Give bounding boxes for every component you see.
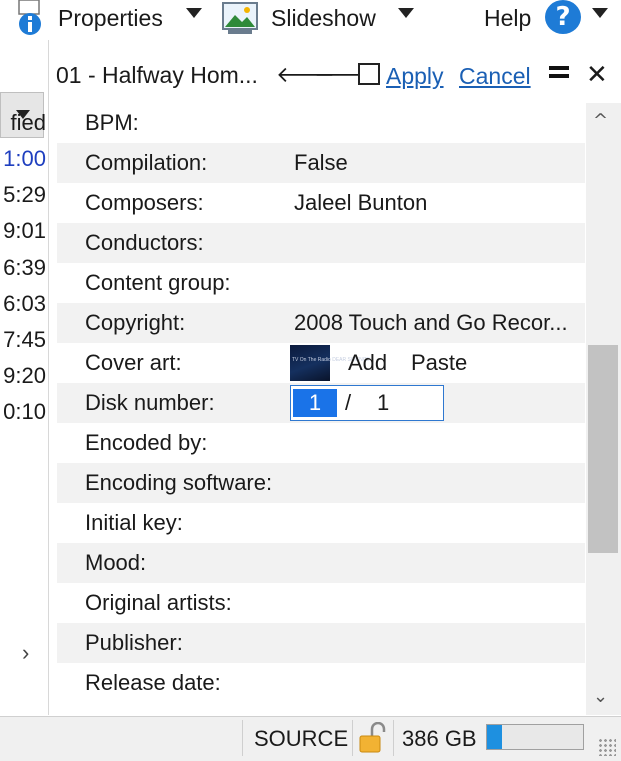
status-divider [352,720,353,756]
disk-number-editor[interactable]: 1 / 1 [290,385,444,421]
property-row[interactable]: Initial key: [57,503,585,543]
duration-cell[interactable]: 6:39 [0,255,46,291]
property-row[interactable]: Copyright: 2008 Touch and Go Recor... [57,303,585,343]
property-label: Original artists: [85,590,232,615]
property-label: Conductors: [85,230,204,255]
track-title: 01 - Halfway Hom... [56,62,258,88]
duration-cell[interactable]: 1:00 [0,146,46,182]
slideshow-menu[interactable]: Slideshow [271,0,376,36]
property-label: Initial key: [85,510,183,535]
close-icon[interactable]: ✕ [586,60,608,90]
property-row[interactable]: Content group: [57,263,585,303]
help-icon[interactable]: ? [545,0,581,34]
property-row[interactable]: Composers: Jaleel Bunton [57,183,585,223]
apply-checkbox[interactable] [358,63,380,85]
duration-cell[interactable]: 0:10 [0,399,46,435]
property-row[interactable]: Release date: [57,663,585,703]
property-label: BPM: [85,110,139,135]
resize-grip-icon[interactable] [598,738,616,756]
slideshow-dropdown-icon[interactable] [398,8,414,18]
property-row[interactable]: Mood: [57,543,585,583]
unlocked-icon[interactable] [358,722,386,754]
scrollbar-thumb[interactable] [588,345,618,553]
property-value[interactable]: Jaleel Bunton [294,190,584,216]
property-label: Copyright: [85,310,186,335]
property-label: Encoded by: [85,430,208,455]
properties-icon [18,0,41,35]
column-header-modified[interactable]: fied [0,110,46,146]
duration-cell[interactable]: 9:20 [0,363,46,399]
status-divider [393,720,394,756]
property-label: Disk number: [85,390,215,415]
property-row[interactable]: Compilation: False [57,143,585,183]
cover-add-button[interactable]: Add [348,350,387,376]
status-divider [242,720,243,756]
disk-number-separator: / [345,390,352,415]
property-value[interactable]: 2008 Touch and Go Recor... [294,310,584,336]
properties-dropdown-icon[interactable] [186,8,202,18]
property-row[interactable]: Encoded by: [57,423,585,463]
help-menu[interactable]: Help [484,0,531,36]
disk-usage-bar [486,724,584,750]
apply-link[interactable]: Apply [386,63,444,90]
scroll-down-icon[interactable]: ⌄ [593,686,608,707]
duration-cell[interactable]: 5:29 [0,182,46,218]
property-label: Encoding software: [85,470,273,495]
property-label: Cover art: [85,350,182,375]
duration-cell[interactable]: 9:01 [0,218,46,254]
source-label: SOURCE [254,726,349,751]
disk-total-input[interactable]: 1 [377,390,389,416]
property-grid: BPM: Compilation: False Composers: Jaleel Bu… [57,103,585,713]
property-label: Composers: [85,190,204,215]
disk-usage-fill [487,725,503,749]
slideshow-icon [222,2,258,34]
property-label: Publisher: [85,630,183,655]
disk-number-input[interactable]: 1 [293,389,337,417]
property-row[interactable]: Conductors: [57,223,585,263]
cover-art-thumbnail[interactable]: TV On The Radio DEAR SCIENCE [290,345,370,381]
property-label: Mood: [85,550,147,575]
menu-bar: Properties Slideshow Help ? [0,0,621,40]
duration-cell[interactable]: 7:45 [0,327,46,363]
help-dropdown-icon[interactable] [592,8,608,18]
property-row[interactable]: Encoding software: [57,463,585,503]
free-space-label: 386 GB [402,726,477,751]
property-value[interactable]: False [294,150,584,176]
properties-menu[interactable]: Properties [58,0,163,36]
property-row[interactable]: Publisher: [57,623,585,663]
property-label: Content group: [85,270,231,295]
scroll-up-icon[interactable]: ^ [593,110,608,131]
cancel-link[interactable]: Cancel [459,63,531,90]
property-label: Compilation: [85,150,208,175]
property-row[interactable]: BPM: [57,103,585,143]
property-row[interactable]: Cover art: TV On The Radio DEAR SCIENCE Ad… [57,343,585,383]
property-row[interactable]: Original artists: [57,583,585,623]
expand-chevron-icon[interactable]: › [22,640,29,666]
property-label: Release date: [85,670,221,695]
cover-paste-button[interactable]: Paste [411,350,467,376]
tag-editor-header: 01 - Halfway Hom... 🡐 🡒 [48,52,621,102]
menu-icon[interactable] [549,66,569,82]
duration-cell[interactable]: 6:03 [0,291,46,327]
